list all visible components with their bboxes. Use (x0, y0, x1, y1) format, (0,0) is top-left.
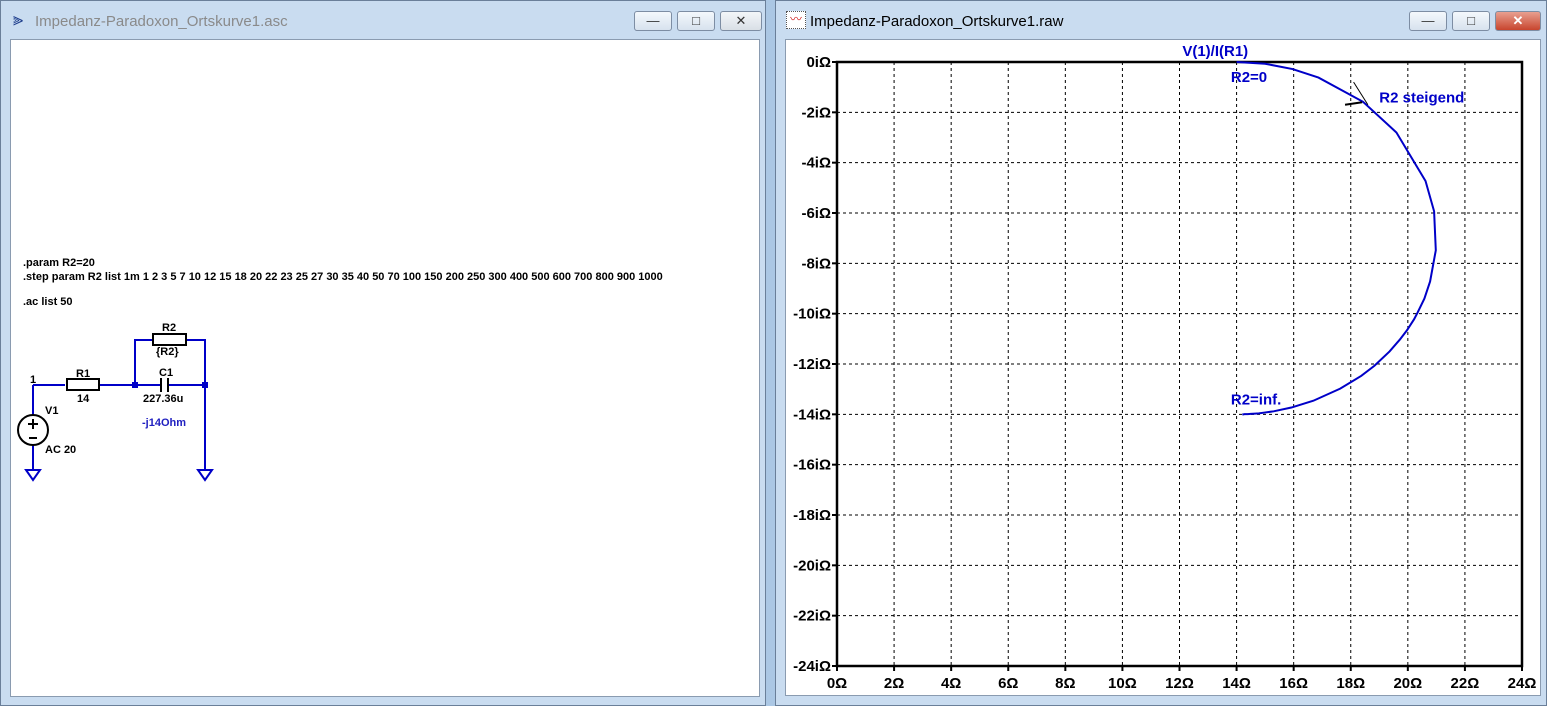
r2-value[interactable]: {R2} (156, 346, 179, 358)
x-tick-label: 12Ω (1165, 675, 1194, 692)
v1-name[interactable]: V1 (45, 405, 58, 417)
y-tick-label: 0iΩ (806, 54, 831, 71)
x-tick-label: 14Ω (1222, 675, 1251, 692)
x-tick-label: 24Ω (1508, 675, 1537, 692)
x-tick-label: 0Ω (827, 675, 847, 692)
r2-name[interactable]: R2 (162, 322, 176, 334)
waveform-icon: 〰 (786, 11, 806, 29)
y-tick-label: -24iΩ (793, 658, 831, 675)
x-tick-label: 16Ω (1279, 675, 1308, 692)
r1-value[interactable]: 14 (77, 393, 89, 405)
wire (186, 339, 206, 385)
circuit-diagram (17, 333, 214, 482)
impedance-locus-chart[interactable]: 0Ω 2Ω 4Ω 6Ω 8Ω 10Ω 12Ω 14Ω 16Ω 18Ω 20Ω 22Ω 24Ω 0iΩ -2i… (786, 40, 1540, 695)
schematic-canvas[interactable]: .param R2=20 .step param R2 list 1m 1 2 … (10, 39, 760, 697)
capacitor-c1-symbol (160, 378, 169, 392)
trace-label: V(1)/I(R1) (1182, 43, 1248, 60)
annotation-r2-inf: R2=inf. (1231, 391, 1281, 408)
plot-window: 〰 Impedanz-Paradoxon_Ortskurve1.raw — □ … (775, 0, 1547, 706)
close-button[interactable]: ✕ (1495, 11, 1541, 31)
c1-value[interactable]: 227.36u (143, 393, 183, 405)
y-tick-label: -4iΩ (801, 155, 831, 172)
y-tick-label: -18iΩ (793, 507, 831, 524)
ground-symbol (24, 469, 42, 482)
plot-area[interactable]: 0Ω 2Ω 4Ω 6Ω 8Ω 10Ω 12Ω 14Ω 16Ω 18Ω 20Ω 22Ω 24Ω 0iΩ -2i… (785, 39, 1541, 696)
x-tick-label: 20Ω (1393, 675, 1422, 692)
x-tick-label: 4Ω (941, 675, 961, 692)
resistor-r2-symbol (152, 333, 187, 346)
trace-line (1236, 61, 1437, 416)
node-label: 1 (30, 374, 37, 386)
c1-reactance-note[interactable]: -j14Ohm (142, 417, 186, 429)
junction (202, 382, 208, 388)
x-tick-label: 10Ω (1108, 675, 1137, 692)
x-tick-label: 22Ω (1451, 675, 1480, 692)
x-tick-label: 2Ω (884, 675, 904, 692)
title-bar[interactable]: ⫸ Impedanz-Paradoxon_Ortskurve1.asc — □ … (1, 1, 765, 39)
y-tick-label: -14iΩ (793, 406, 831, 423)
x-tick-label: 6Ω (998, 675, 1018, 692)
y-tick-label: -10iΩ (793, 306, 831, 323)
x-tick-label: 8Ω (1055, 675, 1075, 692)
v1-value[interactable]: AC 20 (45, 444, 76, 456)
junction (132, 382, 138, 388)
maximize-button[interactable]: □ (677, 11, 715, 31)
wire (134, 339, 153, 385)
y-tick-label: -16iΩ (793, 457, 831, 474)
schematic-window: ⫸ Impedanz-Paradoxon_Ortskurve1.asc — □ … (0, 0, 766, 706)
voltage-source-v1-symbol (17, 414, 49, 446)
y-tick-label: -20iΩ (793, 557, 831, 574)
window-title: Impedanz-Paradoxon_Ortskurve1.asc (35, 13, 288, 30)
x-tick-label: 18Ω (1336, 675, 1365, 692)
title-bar[interactable]: 〰 Impedanz-Paradoxon_Ortskurve1.raw — □ … (776, 1, 1546, 39)
close-button[interactable]: ✕ (720, 11, 762, 31)
c1-name[interactable]: C1 (159, 367, 173, 379)
y-tick-label: -6iΩ (801, 205, 831, 222)
arrow-head (1344, 101, 1363, 106)
minimize-button[interactable]: — (634, 11, 672, 31)
annotation-r2-zero: R2=0 (1231, 69, 1267, 86)
r1-name[interactable]: R1 (76, 368, 90, 380)
ltspice-schematic-icon: ⫸ (13, 9, 24, 29)
y-tick-label: -12iΩ (793, 356, 831, 373)
window-title: Impedanz-Paradoxon_Ortskurve1.raw (810, 13, 1064, 30)
y-tick-label: -2iΩ (801, 104, 831, 121)
y-tick-label: -22iΩ (793, 608, 831, 625)
ground-symbol (196, 469, 214, 482)
resistor-r1-symbol (66, 378, 100, 391)
minimize-button[interactable]: — (1409, 11, 1447, 31)
y-tick-label: -8iΩ (801, 255, 831, 272)
maximize-button[interactable]: □ (1452, 11, 1490, 31)
annotation-r2-increasing: R2 steigend (1379, 89, 1464, 106)
